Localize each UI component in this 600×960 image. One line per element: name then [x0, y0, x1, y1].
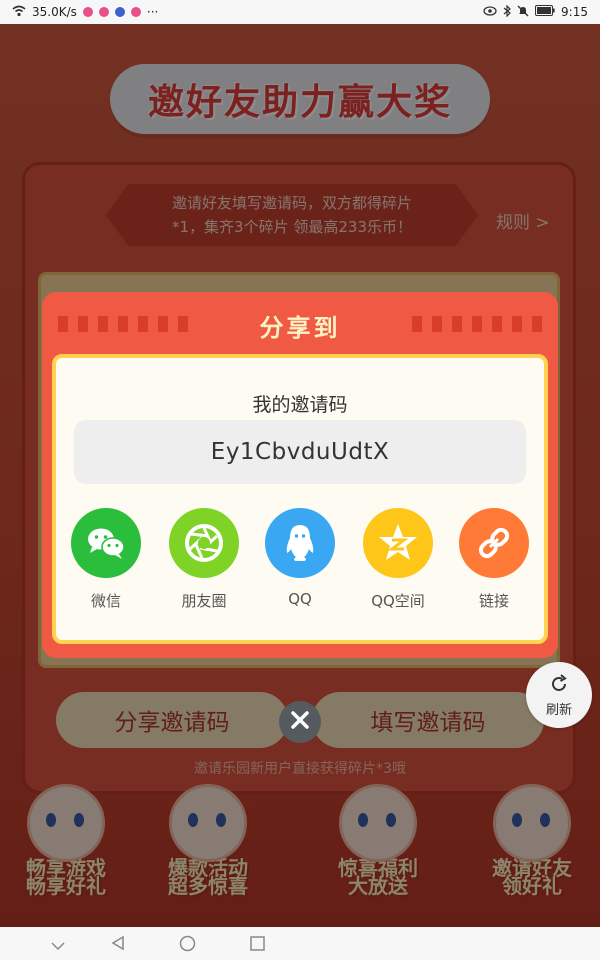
bluetooth-icon: [503, 4, 511, 20]
notification-app-icon: [82, 7, 93, 17]
notification-app-icon: [114, 7, 125, 17]
clock: 9:15: [561, 5, 588, 19]
notification-app-icon: [130, 7, 141, 17]
mute-icon: [517, 5, 529, 20]
wechat-icon: [71, 508, 141, 578]
share-panel: 我的邀请码 Ey1CbvduUdtX 微信 朋友圈 QQ QQ空间 链接: [52, 354, 548, 644]
refresh-icon: [548, 673, 570, 699]
wifi-icon: [12, 5, 26, 20]
share-qzone[interactable]: QQ空间: [354, 508, 442, 611]
modal-title: 分享到: [259, 314, 341, 342]
notification-app-icon: [98, 7, 109, 17]
status-bar: 35.0K/s ··· 9:15: [0, 0, 600, 24]
hide-keyboard-icon[interactable]: [50, 937, 66, 956]
recents-icon[interactable]: [250, 936, 265, 955]
back-icon[interactable]: [110, 935, 126, 955]
refresh-button[interactable]: 刷新: [526, 662, 592, 728]
close-icon: [290, 710, 310, 734]
network-speed: 35.0K/s: [32, 5, 77, 19]
refresh-label: 刷新: [545, 702, 572, 718]
share-link[interactable]: 链接: [450, 508, 538, 611]
qq-icon: [265, 508, 335, 578]
share-link-label: 链接: [478, 592, 509, 610]
invite-code-label: 我的邀请码: [252, 394, 348, 416]
share-wechat[interactable]: 微信: [62, 508, 150, 611]
share-modal: 分享到 我的邀请码 Ey1CbvduUdtX 微信 朋友圈 QQ QQ空间 链接: [42, 292, 558, 658]
share-wechat-label: 微信: [90, 592, 121, 610]
share-qq-label: QQ: [288, 590, 312, 608]
close-modal-button[interactable]: [279, 701, 321, 743]
more-notifications-indicator: ···: [146, 5, 159, 19]
share-qzone-label: QQ空间: [371, 592, 425, 610]
share-moments-label: 朋友圈: [181, 592, 227, 610]
eye-comfort-icon: [483, 5, 497, 19]
battery-icon: [535, 5, 555, 19]
home-icon[interactable]: [179, 935, 196, 956]
system-navigation-bar: [0, 927, 600, 960]
share-qq[interactable]: QQ: [256, 508, 344, 608]
share-moments[interactable]: 朋友圈: [160, 508, 248, 611]
moments-icon: [169, 508, 239, 578]
link-icon: [459, 508, 529, 578]
invite-code-field[interactable]: Ey1CbvduUdtX: [74, 420, 526, 484]
qzone-icon: [363, 508, 433, 578]
